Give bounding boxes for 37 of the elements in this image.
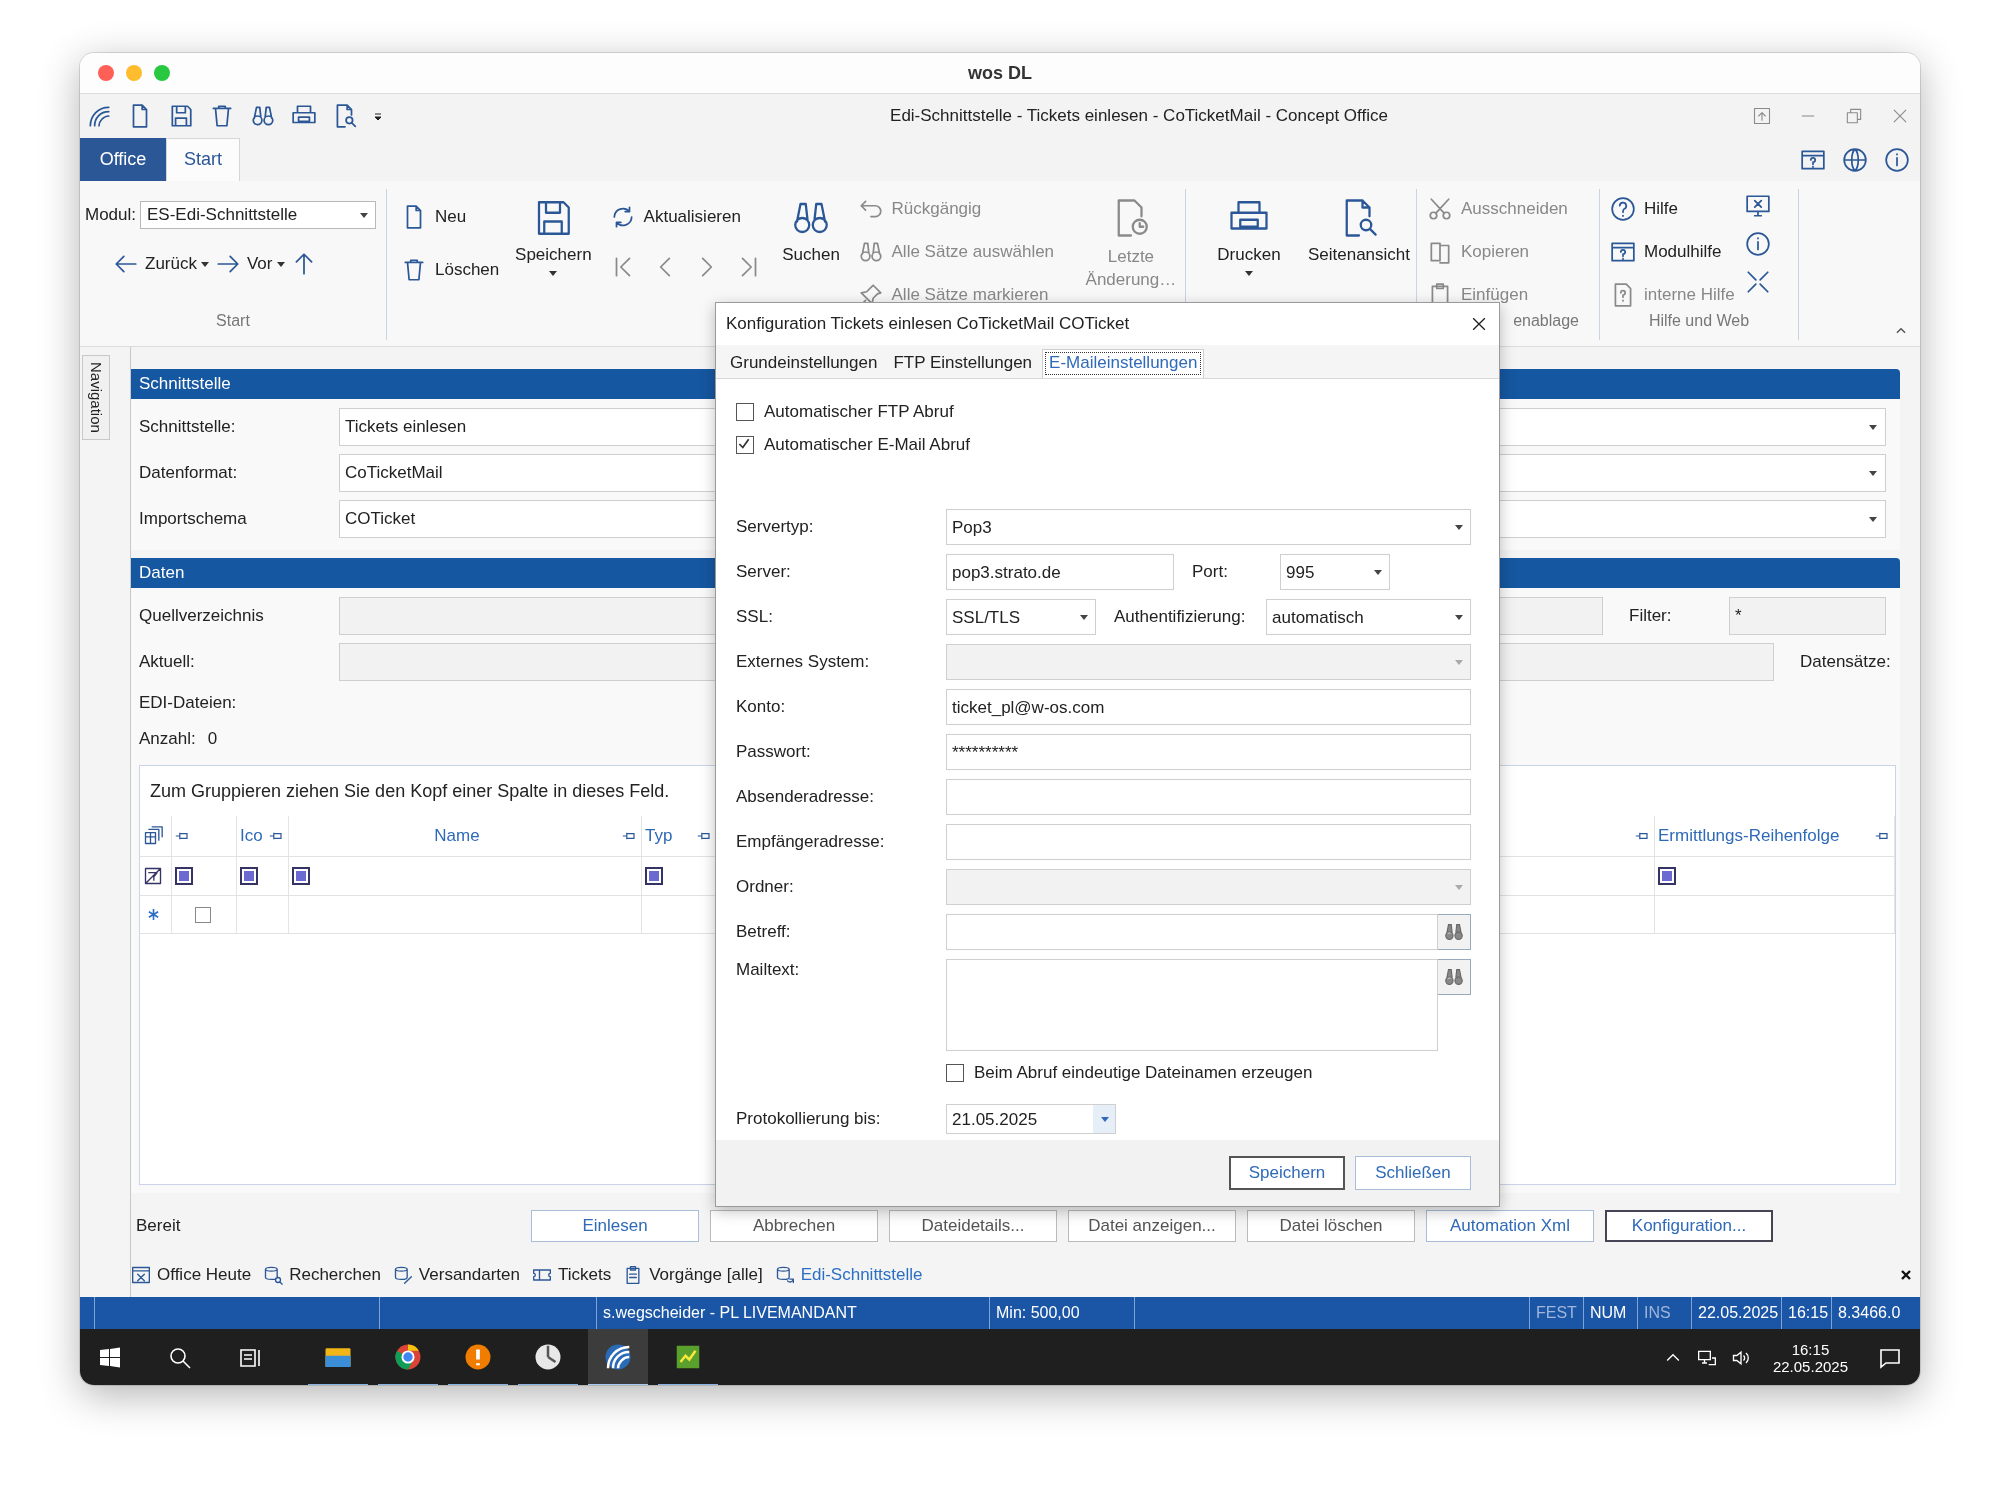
group-label: enablage	[1513, 312, 1579, 331]
field-label: Betreff:	[736, 920, 792, 943]
checkbox-label: Beim Abruf eindeutige Dateinamen erzeugen	[974, 1062, 1313, 1083]
field-label: Server:	[736, 560, 792, 583]
field-label: Filter:	[1628, 606, 1673, 626]
field-label: Servertyp:	[736, 515, 815, 538]
checkbox-label: Automatischer E-Mail Abruf	[764, 434, 970, 455]
field-label: Protokollierung bis:	[736, 1108, 882, 1130]
field-label: EDI-Dateien:	[138, 693, 238, 713]
window-title: wos DL	[968, 62, 1032, 84]
dialog-title: Konfiguration Tickets einlesen CoTicketMail COTicket	[726, 314, 1130, 334]
field-label: Schnittstelle:	[138, 417, 237, 437]
field-label: Ordner:	[736, 875, 795, 898]
field-label: Authentifizierung:	[1113, 606, 1247, 627]
field-label: Externes System:	[736, 650, 871, 673]
field-label: Absenderadresse:	[736, 785, 875, 808]
field-label: Konto:	[736, 695, 787, 718]
field-label: SSL:	[736, 605, 774, 628]
field-label: Passwort:	[736, 740, 812, 763]
field-label: Port:	[1191, 561, 1229, 582]
group-hint: Zum Gruppieren ziehen Sie den Kopf einer Spalte in dieses Feld.	[150, 780, 670, 803]
app-title: Edi-Schnittstelle - Tickets einlesen - CoTicketMail - Concept Office	[889, 106, 1389, 126]
field-label: Importschema	[138, 509, 248, 529]
field-label: Mailtext:	[736, 959, 801, 981]
field-label: Anzahl:	[139, 729, 196, 749]
group-label: Hilfe und Web	[1647, 312, 1751, 331]
field-label: Datensätze:	[1799, 652, 1892, 672]
field-label: Quellverzeichnis	[138, 606, 265, 626]
module-label: Modul:	[85, 205, 137, 225]
checkbox-label: Automatischer FTP Abruf	[764, 401, 954, 422]
field-label: Datenformat:	[138, 463, 239, 483]
group-label: Start	[215, 312, 251, 331]
status-text: Bereit	[135, 1216, 182, 1236]
count-value: 0	[207, 729, 218, 749]
field-label: Aktuell:	[138, 652, 196, 672]
version-status: 8.3466.0	[1837, 1303, 1902, 1323]
field-label: Empfängeradresse:	[736, 830, 886, 853]
